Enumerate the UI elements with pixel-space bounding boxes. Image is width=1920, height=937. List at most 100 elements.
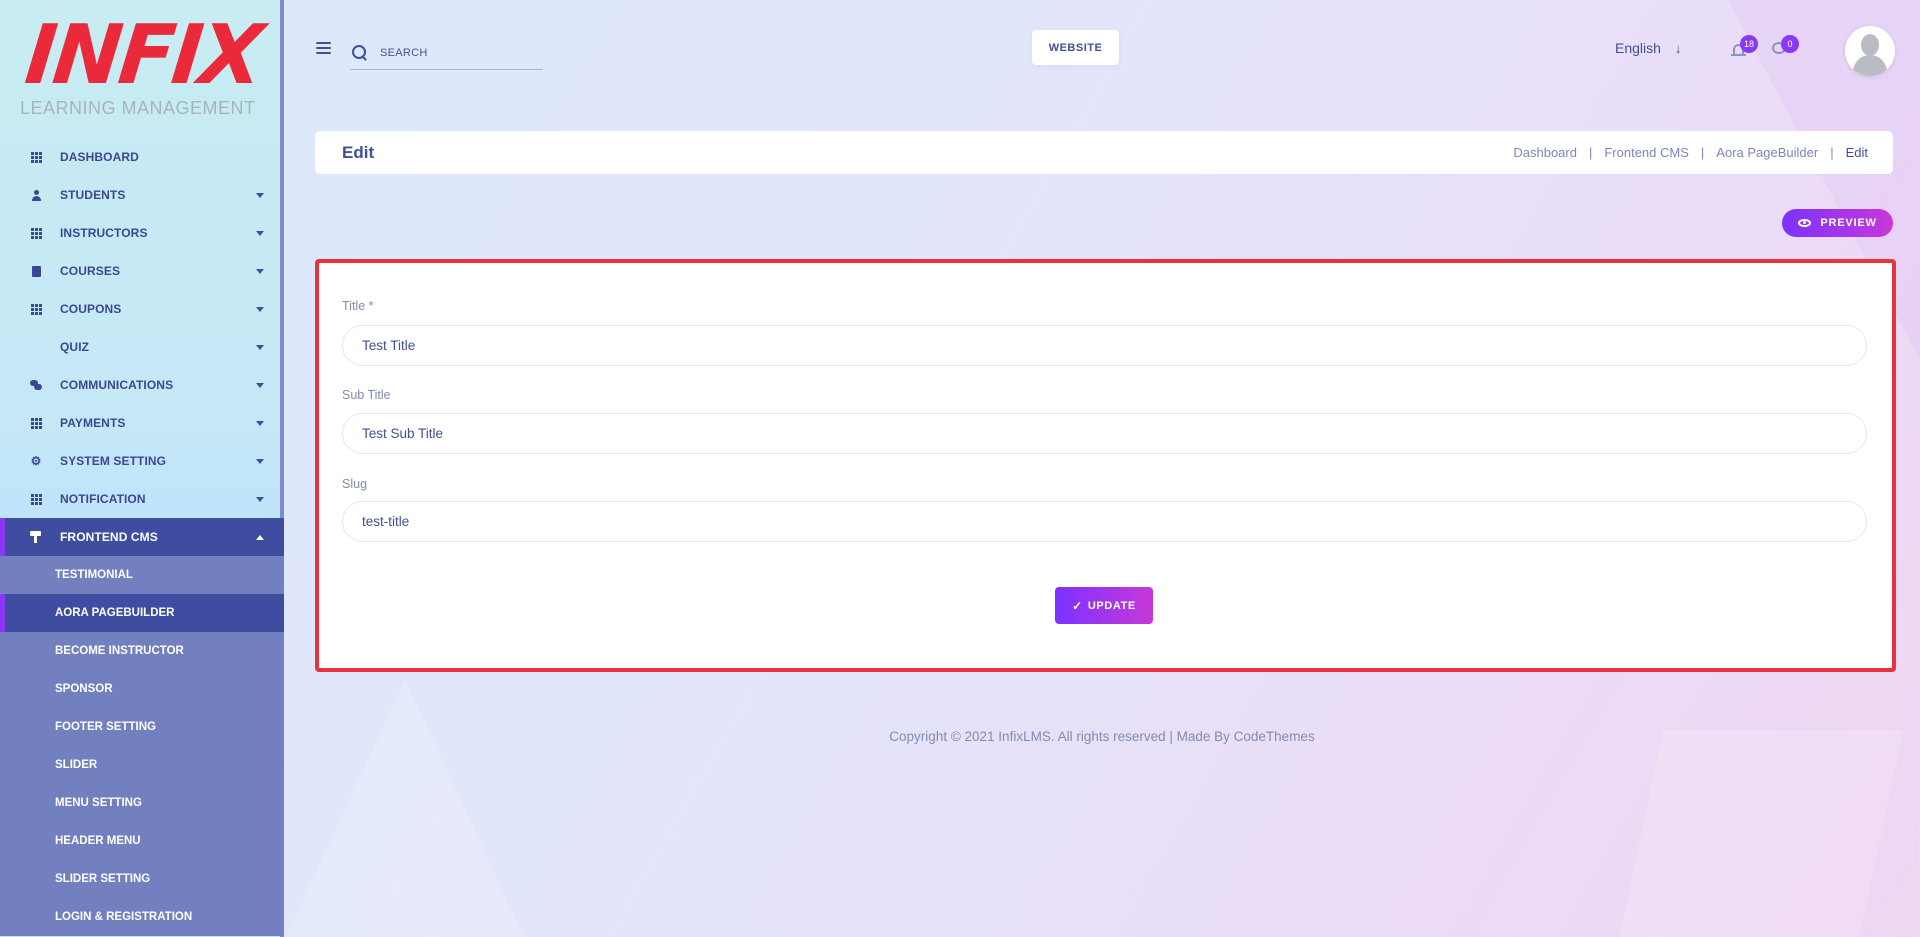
- edit-form: Title * Sub Title Slug ✓ UPDATE: [315, 259, 1896, 672]
- sidebar-item-frontend-cms[interactable]: FRONTEND CMS: [0, 518, 284, 556]
- sidebar-item-label: PAYMENTS: [60, 416, 126, 430]
- top-header: WEBSITE English ↓ 18 0: [284, 0, 1920, 100]
- submenu-item-testimonial[interactable]: TESTIMONIAL: [0, 556, 284, 594]
- search-input[interactable]: [380, 46, 530, 59]
- sidebar-item-label: SYSTEM SETTING: [60, 454, 167, 468]
- arrow-down-icon: ↓: [1674, 40, 1682, 56]
- caret-down-icon: [256, 458, 264, 464]
- caret-down-icon: [256, 344, 264, 350]
- logo[interactable]: INFIX LEARNING MANAGEMENT: [20, 8, 266, 120]
- preview-button-label: PREVIEW: [1820, 217, 1877, 229]
- caret-down-icon: [256, 268, 264, 274]
- sidebar: INFIX LEARNING MANAGEMENT DASHBOARD STUD…: [0, 0, 284, 937]
- breadcrumb-dashboard[interactable]: Dashboard: [1513, 145, 1577, 160]
- preview-button[interactable]: PREVIEW: [1782, 209, 1893, 237]
- submenu-item-header-menu[interactable]: HEADER MENU: [0, 822, 284, 860]
- background-shape: [1616, 730, 1904, 937]
- sidebar-item-coupons[interactable]: COUPONS: [0, 290, 284, 328]
- breadcrumb-edit[interactable]: Edit: [1846, 145, 1868, 160]
- search-icon[interactable]: [352, 44, 368, 61]
- paint-roller-icon: [30, 531, 42, 543]
- hamburger-menu-icon[interactable]: [316, 42, 331, 54]
- caret-down-icon: [256, 420, 264, 426]
- sidebar-menu: DASHBOARD STUDENTS INSTRUCTORS COURSES C…: [0, 138, 284, 936]
- page-title: Edit: [342, 142, 375, 162]
- grid-icon: [30, 417, 42, 429]
- subtitle-label: Sub Title: [342, 388, 391, 402]
- sidebar-item-label: DASHBOARD: [60, 150, 139, 164]
- title-label: Title *: [342, 299, 374, 313]
- title-input[interactable]: [342, 325, 1867, 366]
- caret-down-icon: [256, 230, 264, 236]
- eye-icon: [1798, 219, 1812, 227]
- cogs-icon: ⚙: [30, 454, 42, 468]
- slug-label: Slug: [342, 477, 368, 491]
- background-shape: [285, 680, 525, 937]
- notification-count-badge: 18: [1740, 35, 1759, 53]
- language-label: English: [1615, 40, 1661, 56]
- sidebar-item-label: COUPONS: [60, 302, 122, 316]
- breadcrumb-frontend-cms[interactable]: Frontend CMS: [1604, 145, 1689, 160]
- frontend-cms-submenu: TESTIMONIAL AORA PAGEBUILDER BECOME INST…: [0, 556, 284, 936]
- notifications-button[interactable]: 18: [1731, 35, 1759, 58]
- sidebar-item-payments[interactable]: PAYMENTS: [0, 404, 284, 442]
- sidebar-item-dashboard[interactable]: DASHBOARD: [0, 138, 284, 176]
- caret-down-icon: [256, 306, 264, 312]
- logo-mark: INFIX: [21, 8, 265, 103]
- submenu-item-aora-pagebuilder[interactable]: AORA PAGEBUILDER: [0, 594, 284, 632]
- submenu-item-footer-setting[interactable]: FOOTER SETTING: [0, 708, 284, 746]
- question-icon: ?: [30, 341, 42, 353]
- breadcrumb: Dashboard | Frontend CMS | Aora PageBuil…: [1513, 145, 1868, 160]
- submenu-item-slider-setting[interactable]: SLIDER SETTING: [0, 860, 284, 898]
- caret-down-icon: [256, 496, 264, 502]
- messages-button[interactable]: 0: [1772, 35, 1799, 56]
- footer-copyright: Copyright © 2021 InfixLMS. All rights re…: [889, 729, 1315, 744]
- chat-icon: [30, 379, 42, 391]
- grid-icon: [30, 493, 42, 505]
- sidebar-item-notification[interactable]: NOTIFICATION: [0, 480, 284, 518]
- sidebar-item-communications[interactable]: COMMUNICATIONS: [0, 366, 284, 404]
- avatar-body: [1853, 55, 1887, 76]
- caret-up-icon: [256, 534, 264, 540]
- subtitle-input[interactable]: [342, 413, 1867, 454]
- grid-icon: [30, 227, 42, 239]
- breadcrumb-aora-pagebuilder[interactable]: Aora PageBuilder: [1716, 145, 1818, 160]
- check-icon: ✓: [1072, 598, 1083, 613]
- user-icon: [30, 189, 42, 201]
- sidebar-item-system-setting[interactable]: ⚙ SYSTEM SETTING: [0, 442, 284, 480]
- sidebar-item-label: QUIZ: [60, 340, 90, 354]
- main-content: Edit Dashboard | Frontend CMS | Aora Pag…: [315, 131, 1896, 672]
- update-button-label: UPDATE: [1087, 599, 1136, 612]
- website-button[interactable]: WEBSITE: [1032, 30, 1119, 65]
- sidebar-item-label: FRONTEND CMS: [60, 530, 158, 544]
- sidebar-item-courses[interactable]: COURSES: [0, 252, 284, 290]
- grid-icon: [30, 303, 42, 315]
- sidebar-item-quiz[interactable]: ? QUIZ: [0, 328, 284, 366]
- avatar-head: [1861, 34, 1879, 56]
- sidebar-item-label: COMMUNICATIONS: [60, 378, 174, 392]
- sidebar-item-label: COURSES: [60, 264, 121, 278]
- sidebar-item-label: INSTRUCTORS: [60, 226, 148, 240]
- breadcrumb-separator: |: [1700, 145, 1705, 160]
- slug-input[interactable]: [342, 501, 1867, 542]
- sidebar-item-label: STUDENTS: [60, 188, 126, 202]
- breadcrumb-separator: |: [1588, 145, 1593, 160]
- submenu-item-sponsor[interactable]: SPONSOR: [0, 670, 284, 708]
- submenu-item-become-instructor[interactable]: BECOME INSTRUCTOR: [0, 632, 284, 670]
- sidebar-item-students[interactable]: STUDENTS: [0, 176, 284, 214]
- update-button[interactable]: ✓ UPDATE: [1055, 587, 1153, 624]
- book-icon: [30, 265, 42, 277]
- breadcrumb-separator: |: [1830, 145, 1834, 160]
- message-count-badge: 0: [1781, 35, 1799, 53]
- grid-icon: [30, 151, 42, 163]
- caret-down-icon: [256, 192, 264, 198]
- avatar[interactable]: [1845, 26, 1895, 76]
- search-bar: [350, 36, 543, 70]
- language-selector[interactable]: English ↓: [1615, 40, 1681, 56]
- caret-down-icon: [256, 382, 264, 388]
- submenu-item-menu-setting[interactable]: MENU SETTING: [0, 784, 284, 822]
- sidebar-item-instructors[interactable]: INSTRUCTORS: [0, 214, 284, 252]
- submenu-item-login-registration[interactable]: LOGIN & REGISTRATION: [0, 898, 284, 936]
- page-title-bar: Edit Dashboard | Frontend CMS | Aora Pag…: [315, 131, 1893, 174]
- submenu-item-slider[interactable]: SLIDER: [0, 746, 284, 784]
